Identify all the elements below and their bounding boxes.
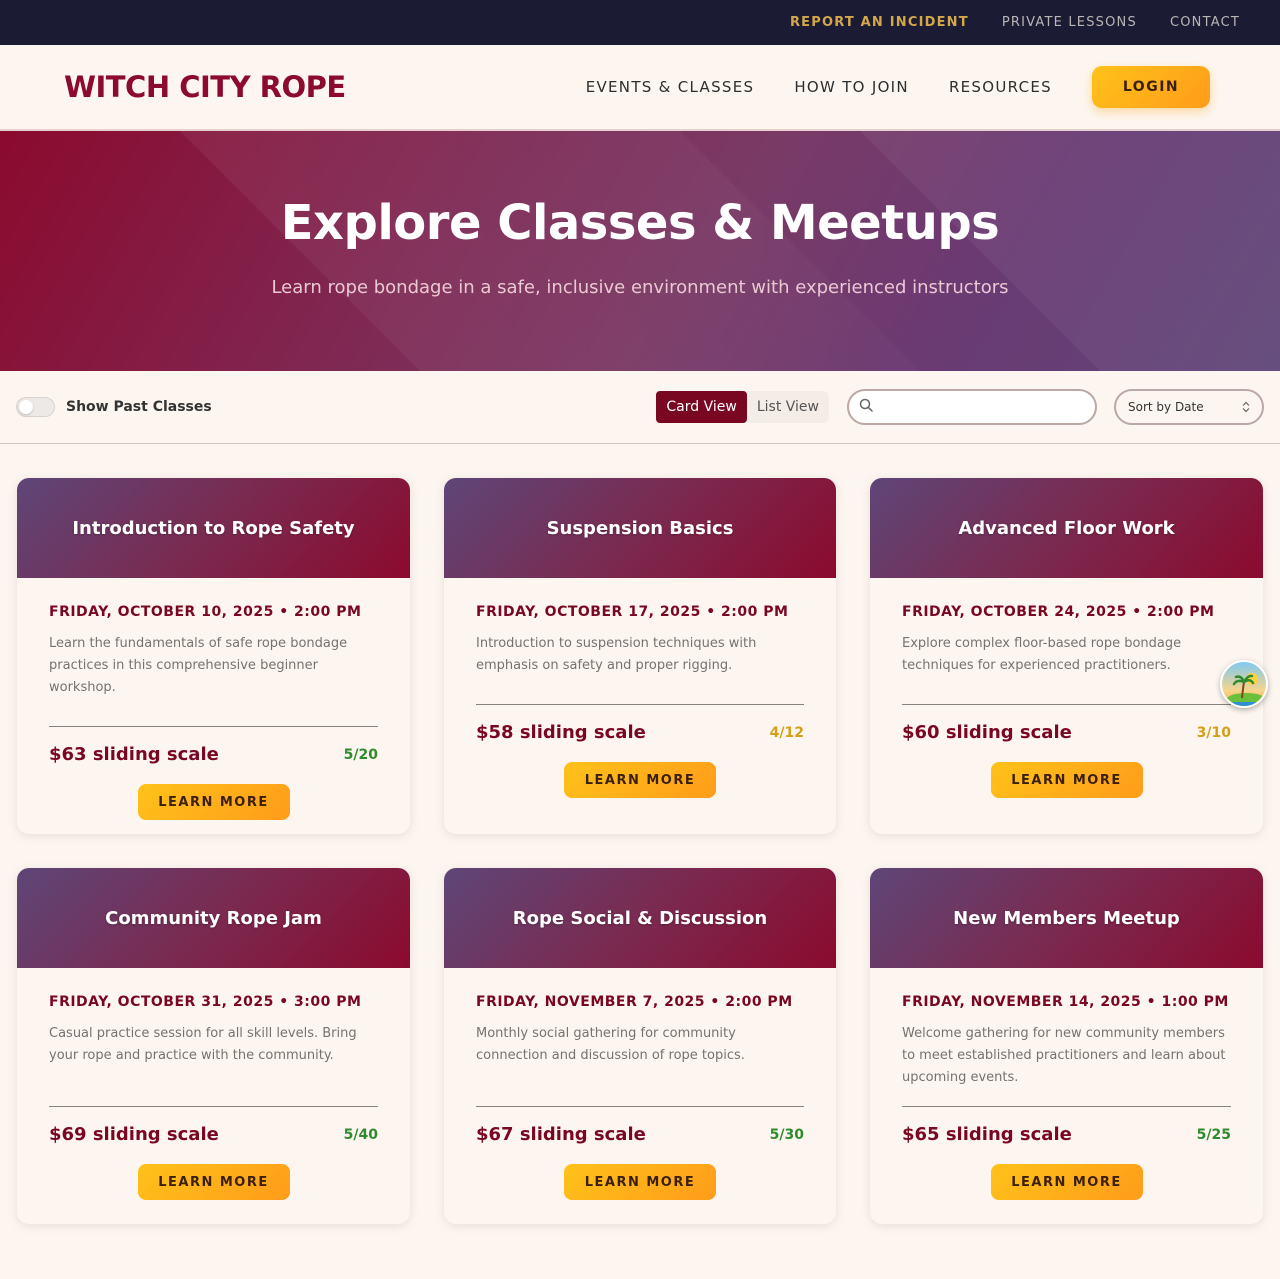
site-header: WITCH CITY ROPE EVENTS & CLASSES HOW TO … [0,45,1280,131]
event-description: Explore complex floor-based rope bondage… [902,636,1182,673]
learn-more-button[interactable]: LEARN MORE [137,1164,290,1200]
event-title: Advanced Floor Work [958,517,1175,539]
event-description: Casual practice session for all skill le… [49,1026,357,1063]
event-capacity: 3/10 [1196,724,1231,741]
price-row: $60 sliding scale 3/10 [902,722,1231,743]
event-card: Suspension Basics FRIDAY, OCTOBER 17, 20… [444,478,836,834]
event-price: $60 sliding scale [902,722,1072,743]
event-price: $67 sliding scale [476,1124,646,1145]
report-incident-link[interactable]: REPORT AN INCIDENT [790,15,969,30]
page-subtitle: Learn rope bondage in a safe, inclusive … [271,276,1009,298]
divider [49,1106,378,1107]
filter-bar: Show Past Classes Card View List View So… [0,371,1280,444]
event-date: FRIDAY, OCTOBER 31, 2025 • 3:00 PM [49,994,362,1010]
events-grid: Introduction to Rope Safety FRIDAY, OCTO… [17,478,1263,1224]
page-title: Explore Classes & Meetups [280,194,1000,251]
event-title: Suspension Basics [546,517,734,539]
login-button[interactable]: LOGIN [1092,66,1210,108]
event-date: FRIDAY, OCTOBER 24, 2025 • 2:00 PM [902,604,1215,620]
sort-value: Sort by Date [1128,400,1204,414]
divider [49,726,378,727]
search-icon [859,398,873,417]
sort-select[interactable]: Sort by Date [1114,389,1264,425]
event-card: Community Rope Jam FRIDAY, OCTOBER 31, 2… [17,868,410,1224]
divider [476,704,804,705]
divider [902,1106,1231,1107]
event-card-body: FRIDAY, OCTOBER 10, 2025 • 2:00 PM Learn… [17,578,410,834]
event-card-header: Rope Social & Discussion [444,868,836,968]
price-row: $67 sliding scale 5/30 [476,1124,804,1145]
toggle-knob [19,400,33,414]
event-capacity: 5/25 [1196,1126,1231,1143]
event-card: Introduction to Rope Safety FRIDAY, OCTO… [17,478,410,834]
show-past-label: Show Past Classes [66,399,212,415]
learn-more-button[interactable]: LEARN MORE [990,1164,1143,1200]
event-date: FRIDAY, OCTOBER 17, 2025 • 2:00 PM [476,604,789,620]
event-date: FRIDAY, OCTOBER 10, 2025 • 2:00 PM [49,604,362,620]
utility-bar: REPORT AN INCIDENT PRIVATE LESSONS CONTA… [0,0,1280,45]
event-card-body: FRIDAY, OCTOBER 24, 2025 • 2:00 PM Explo… [870,578,1263,834]
event-card-body: FRIDAY, NOVEMBER 7, 2025 • 2:00 PM Month… [444,968,836,1224]
event-title: Introduction to Rope Safety [72,517,355,539]
price-row: $58 sliding scale 4/12 [476,722,804,743]
event-capacity: 5/30 [769,1126,804,1143]
search-input[interactable] [879,399,1095,415]
divider [902,704,1231,705]
event-price: $58 sliding scale [476,722,646,743]
event-card-body: FRIDAY, NOVEMBER 14, 2025 • 1:00 PM Welc… [870,968,1263,1224]
divider [476,1106,804,1107]
floating-island-icon[interactable] [1220,660,1268,708]
event-card-header: Advanced Floor Work [870,478,1263,578]
price-row: $63 sliding scale 5/20 [49,744,378,765]
card-view-button[interactable]: Card View [656,391,747,423]
event-card-header: New Members Meetup [870,868,1263,968]
price-row: $69 sliding scale 5/40 [49,1124,378,1145]
event-description: Monthly social gathering for community c… [476,1026,745,1063]
search-box [847,389,1097,425]
price-row: $65 sliding scale 5/25 [902,1124,1231,1145]
hero-banner: Explore Classes & Meetups Learn rope bon… [0,131,1280,371]
nav-how-to-join[interactable]: HOW TO JOIN [794,78,909,96]
learn-more-button[interactable]: LEARN MORE [564,762,716,798]
main-nav: EVENTS & CLASSES HOW TO JOIN RESOURCES [586,78,1052,96]
event-card-header: Community Rope Jam [17,868,410,968]
contact-link[interactable]: CONTACT [1170,15,1240,30]
list-view-button[interactable]: List View [747,391,829,423]
event-date: FRIDAY, NOVEMBER 7, 2025 • 2:00 PM [476,994,793,1010]
nav-events-classes[interactable]: EVENTS & CLASSES [586,78,755,96]
chevron-updown-icon [1242,401,1250,413]
event-card: Advanced Floor Work FRIDAY, OCTOBER 24, … [870,478,1263,834]
event-capacity: 4/12 [769,724,804,741]
event-title: Community Rope Jam [105,907,322,929]
learn-more-button[interactable]: LEARN MORE [137,784,290,820]
event-title: New Members Meetup [953,907,1180,929]
event-description: Introduction to suspension techniques wi… [476,636,757,673]
event-description: Welcome gathering for new community memb… [902,1026,1226,1085]
event-card-header: Suspension Basics [444,478,836,578]
event-card-body: FRIDAY, OCTOBER 17, 2025 • 2:00 PM Intro… [444,578,836,834]
event-price: $63 sliding scale [49,744,219,765]
event-card: Rope Social & Discussion FRIDAY, NOVEMBE… [444,868,836,1224]
event-capacity: 5/40 [343,1126,378,1143]
event-description: Learn the fundamentals of safe rope bond… [49,636,348,695]
learn-more-button[interactable]: LEARN MORE [990,762,1143,798]
event-date: FRIDAY, NOVEMBER 14, 2025 • 1:00 PM [902,994,1229,1010]
show-past-toggle[interactable] [16,397,55,417]
private-lessons-link[interactable]: PRIVATE LESSONS [1002,15,1137,30]
event-card-header: Introduction to Rope Safety [17,478,410,578]
event-capacity: 5/20 [343,746,378,763]
event-price: $69 sliding scale [49,1124,219,1145]
learn-more-button[interactable]: LEARN MORE [564,1164,716,1200]
site-logo[interactable]: WITCH CITY ROPE [64,70,346,104]
event-price: $65 sliding scale [902,1124,1072,1145]
event-card: New Members Meetup FRIDAY, NOVEMBER 14, … [870,868,1263,1224]
view-switch: Card View List View [656,391,829,423]
nav-resources[interactable]: RESOURCES [949,78,1052,96]
event-title: Rope Social & Discussion [512,907,768,929]
event-card-body: FRIDAY, OCTOBER 31, 2025 • 3:00 PM Casua… [17,968,410,1224]
